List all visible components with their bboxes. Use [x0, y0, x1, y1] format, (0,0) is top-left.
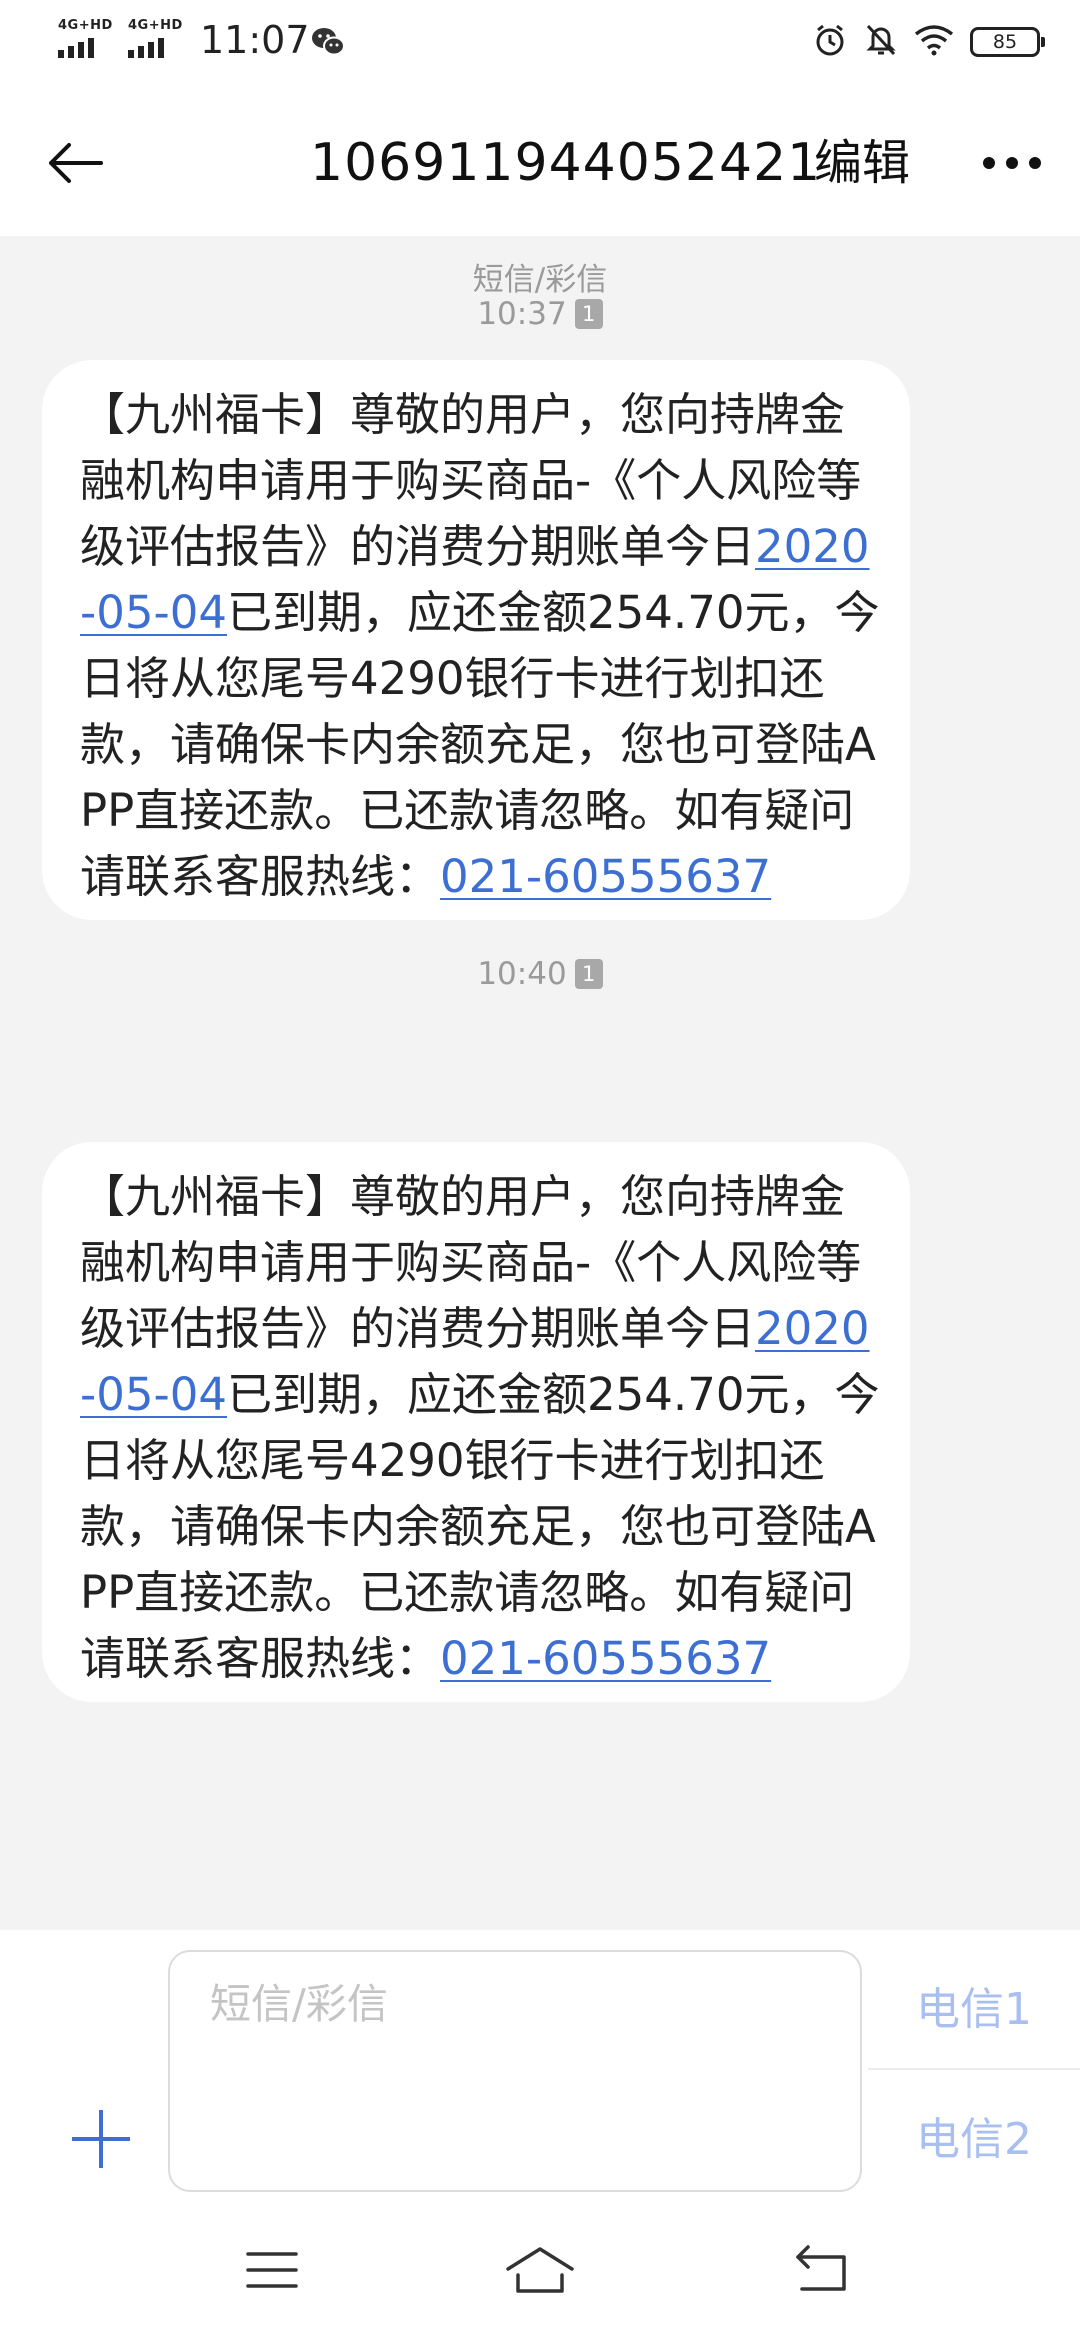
- nav-home-button[interactable]: [490, 2230, 590, 2310]
- message-bubble[interactable]: 【九州福卡】尊敬的用户，您向持牌金融机构申请用于购买商品-《个人风险等级评估报告…: [42, 1142, 910, 1702]
- divider: [868, 2068, 1080, 2070]
- system-nav-bar: [0, 2200, 1080, 2340]
- more-button[interactable]: [974, 128, 1050, 198]
- message-timestamp: 10:40 1: [0, 956, 1080, 992]
- back-button[interactable]: [36, 128, 114, 198]
- alarm-icon: [812, 22, 848, 62]
- message-input[interactable]: 短信/彩信: [168, 1950, 862, 2192]
- nav-back-button[interactable]: [772, 2230, 872, 2310]
- back-arrow-icon: [49, 143, 103, 183]
- nav-back-icon: [796, 2245, 846, 2291]
- signal-sim2: 4G+HD: [128, 18, 186, 62]
- message-timestamp: 10:37 1: [0, 296, 1080, 332]
- network-type-1: 4G+HD: [58, 18, 113, 33]
- phone-link[interactable]: 021-60555637: [440, 1632, 771, 1685]
- app-header: 106911944052421 编辑: [0, 88, 1080, 236]
- sim-badge: 1: [574, 299, 603, 329]
- status-bar: 4G+HD 4G+HD 11:07 85: [0, 0, 1080, 88]
- mute-icon: [864, 22, 898, 62]
- home-icon: [506, 2247, 574, 2293]
- nav-menu-button[interactable]: [222, 2230, 322, 2310]
- network-type-2: 4G+HD: [128, 18, 183, 33]
- phone-link[interactable]: 021-60555637: [440, 850, 771, 903]
- send-sim1-button[interactable]: 电信1: [868, 1950, 1080, 2060]
- battery-indicator: 85: [970, 27, 1045, 57]
- wifi-icon: [914, 24, 954, 60]
- more-dots-icon: [983, 157, 1041, 169]
- signal-bars-icon: [128, 38, 164, 58]
- timestamp-text: 10:37: [477, 296, 567, 332]
- message-text: 【九州福卡】尊敬的用户，您向持牌金融机构申请用于购买商品-《个人风险等级评估报告…: [80, 388, 862, 573]
- timestamp-text: 10:40: [477, 956, 567, 992]
- signal-sim1: 4G+HD: [58, 18, 116, 62]
- edit-button[interactable]: 编辑: [814, 128, 910, 198]
- message-bubble[interactable]: 【九州福卡】尊敬的用户，您向持牌金融机构申请用于购买商品-《个人风险等级评估报告…: [42, 360, 910, 920]
- send-sim2-button[interactable]: 电信2: [868, 2080, 1080, 2190]
- conversation-thread[interactable]: 短信/彩信 10:37 1 【九州福卡】尊敬的用户，您向持牌金融机构申请用于购买…: [0, 236, 1080, 1930]
- sim-badge: 1: [574, 959, 603, 989]
- wechat-icon: [310, 26, 346, 58]
- status-icons: 85: [812, 22, 1045, 62]
- message-input-placeholder: 短信/彩信: [210, 1980, 388, 2028]
- status-time: 11:07: [200, 18, 310, 62]
- contact-number: 106911944052421: [310, 133, 822, 193]
- message-type-label: 短信/彩信: [472, 262, 608, 298]
- signal-bars-icon: [58, 38, 94, 58]
- menu-icon: [246, 2252, 298, 2288]
- message-text: 【九州福卡】尊敬的用户，您向持牌金融机构申请用于购买商品-《个人风险等级评估报告…: [80, 1170, 862, 1355]
- compose-bar: 短信/彩信 电信1 电信2: [0, 1930, 1080, 2200]
- add-attachment-button[interactable]: [72, 2110, 130, 2168]
